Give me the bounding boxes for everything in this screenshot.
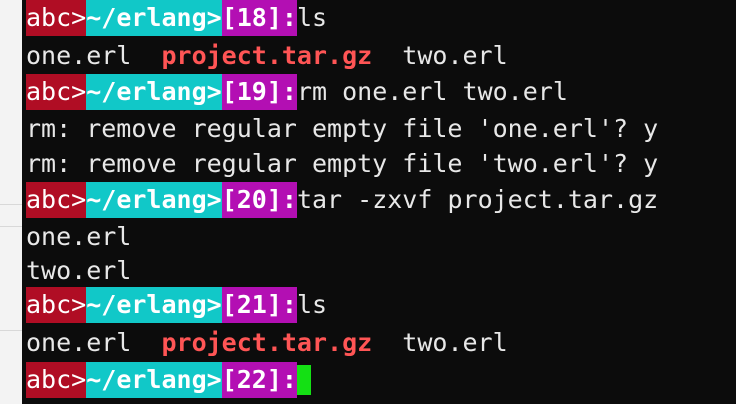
command-text: tar -zxvf project.tar.gz bbox=[296, 185, 659, 214]
prompt-history-number: [18]: bbox=[221, 0, 297, 36]
text-cursor bbox=[296, 365, 311, 395]
screenshot: abc>~/erlang>[18]:ls one.erl project.tar… bbox=[0, 0, 736, 404]
prompt-path: ~/erlang> bbox=[86, 362, 222, 398]
prompt-path: ~/erlang> bbox=[86, 0, 222, 36]
prompt-line: abc>~/erlang>[20]:tar -zxvf project.tar.… bbox=[26, 182, 658, 218]
prompt-history-number: [20]: bbox=[221, 182, 297, 218]
file-entry: one.erl bbox=[26, 41, 132, 70]
prompt-user: abc> bbox=[26, 0, 87, 36]
ls-output: one.erl project.tar.gz two.erl bbox=[26, 38, 508, 74]
divider bbox=[0, 330, 22, 331]
prompt-path: ~/erlang> bbox=[86, 287, 222, 323]
background-window-edge bbox=[0, 0, 22, 404]
command-text: rm one.erl two.erl bbox=[296, 77, 568, 106]
prompt-history-number: [21]: bbox=[221, 287, 297, 323]
prompt-history-number: [19]: bbox=[221, 74, 297, 110]
prompt-user: abc> bbox=[26, 362, 87, 398]
archive-file-entry: project.tar.gz bbox=[161, 41, 373, 70]
ls-output: one.erl project.tar.gz two.erl bbox=[26, 325, 508, 361]
output-line: rm: remove regular empty file 'two.erl'?… bbox=[26, 149, 659, 178]
prompt-user: abc> bbox=[26, 74, 87, 110]
divider bbox=[0, 204, 22, 205]
prompt-user: abc> bbox=[26, 182, 87, 218]
prompt-line: abc>~/erlang>[21]:ls bbox=[26, 287, 327, 323]
prompt-line: abc>~/erlang>[22]: bbox=[26, 362, 311, 398]
prompt-history-number: [22]: bbox=[221, 362, 297, 398]
command-text: ls bbox=[296, 290, 328, 319]
terminal-window[interactable]: abc>~/erlang>[18]:ls one.erl project.tar… bbox=[22, 0, 736, 404]
prompt-line: abc>~/erlang>[18]:ls bbox=[26, 0, 327, 36]
archive-file-entry: project.tar.gz bbox=[161, 328, 373, 357]
file-entry: one.erl bbox=[26, 328, 132, 357]
divider bbox=[0, 226, 22, 227]
file-entry: two.erl bbox=[402, 328, 508, 357]
prompt-line: abc>~/erlang>[19]:rm one.erl two.erl bbox=[26, 74, 568, 110]
output-line: one.erl bbox=[26, 222, 132, 251]
prompt-path: ~/erlang> bbox=[86, 74, 222, 110]
command-text: ls bbox=[296, 3, 328, 32]
output-line: two.erl bbox=[26, 256, 132, 285]
file-entry: two.erl bbox=[402, 41, 508, 70]
prompt-path: ~/erlang> bbox=[86, 182, 222, 218]
output-line: rm: remove regular empty file 'one.erl'?… bbox=[26, 114, 659, 143]
prompt-user: abc> bbox=[26, 287, 87, 323]
